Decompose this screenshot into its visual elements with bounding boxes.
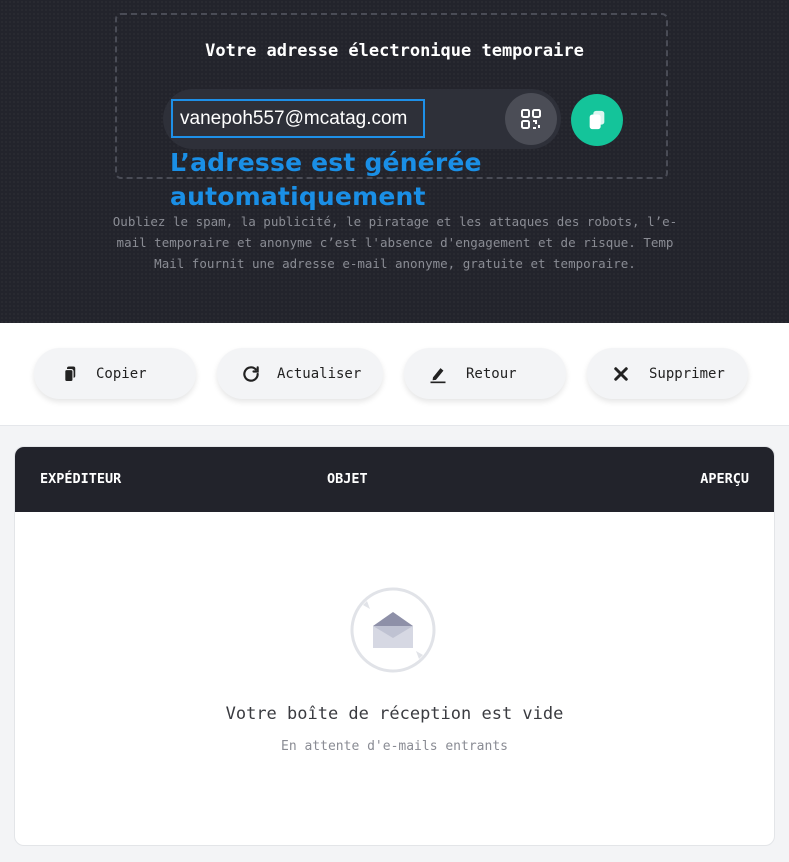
copy-email-button[interactable] [571, 94, 623, 146]
copy-icon [58, 362, 82, 386]
hero-description: Oubliez le spam, la publicité, le pirata… [112, 214, 678, 271]
empty-inbox-title: Votre boîte de réception est vide [225, 704, 564, 724]
refresh-button-label: Actualiser [277, 365, 362, 382]
inbox-card: EXPÉDITEUR OBJET APERÇU Votre boîte de r… [14, 446, 775, 846]
email-address-field[interactable]: vanepoh557@mcatag.com [171, 99, 425, 138]
empty-inbox-icon [348, 585, 438, 679]
copy-button-label: Copier [96, 365, 147, 382]
delete-button-label: Supprimer [649, 365, 725, 382]
back-button[interactable]: Retour [404, 348, 566, 399]
delete-button[interactable]: Supprimer [587, 348, 748, 399]
column-subject: OBJET [327, 471, 368, 487]
hero-section: Votre adresse électronique temporaire va… [0, 0, 789, 323]
inbox-table-header: EXPÉDITEUR OBJET APERÇU [15, 447, 774, 512]
copy-icon [589, 110, 605, 130]
auto-generated-label: L’adresse est générée automatiquement [170, 148, 482, 211]
qr-code-button[interactable] [505, 93, 557, 145]
column-sender: EXPÉDITEUR [40, 471, 122, 487]
column-preview: APERÇU [700, 471, 749, 487]
refresh-button[interactable]: Actualiser [217, 348, 383, 399]
copy-button[interactable]: Copier [34, 348, 196, 399]
empty-inbox-subtitle: En attente d'e-mails entrants [281, 739, 508, 754]
hero-title: Votre adresse électronique temporaire [205, 41, 584, 61]
back-button-label: Retour [466, 365, 517, 382]
close-icon [609, 362, 633, 386]
edit-icon [426, 362, 450, 386]
qr-code-icon [521, 109, 541, 129]
refresh-icon [239, 362, 263, 386]
action-bar: Copier Actualiser Retour Supprimer [0, 323, 789, 426]
